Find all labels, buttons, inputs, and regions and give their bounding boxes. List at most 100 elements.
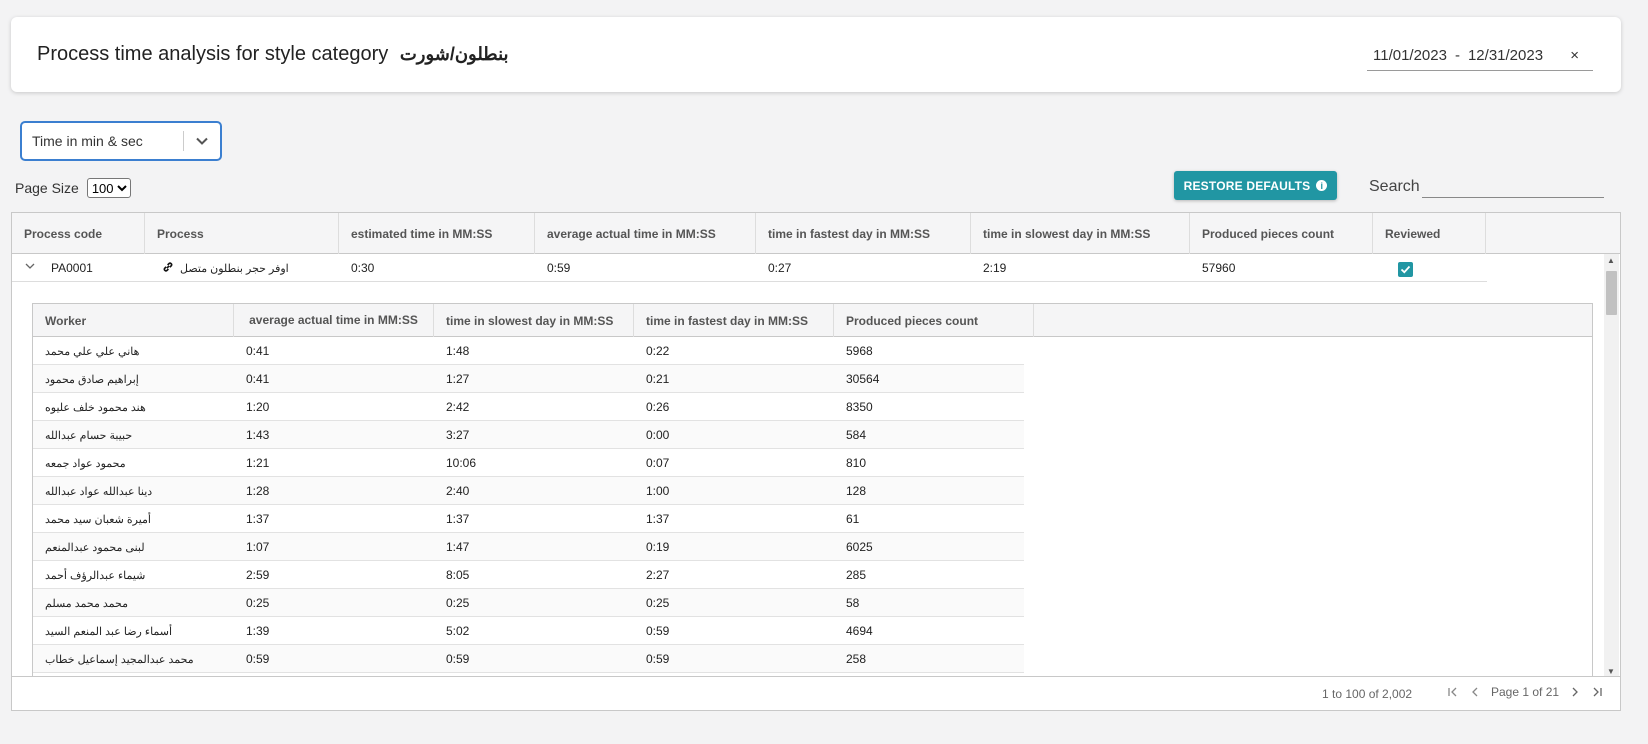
column-header-produced-pieces[interactable]: Produced pieces count xyxy=(1190,213,1373,254)
table-row[interactable]: محمود عواد جمعه 1:21 10:06 0:07 810 xyxy=(33,449,1024,477)
worker-cell: أسماء رضا عبد المنعم السيد xyxy=(33,617,172,645)
worker-name: محمد عبدالمجيد إسماعيل خطاب xyxy=(45,653,194,666)
column-header-slowest-day[interactable]: time in slowest day in MM:SS xyxy=(971,213,1190,254)
process-name: اوفر حجر بنطلون متصل xyxy=(180,262,289,275)
worker-name: أميرة شعبان سيد محمد xyxy=(45,513,151,526)
fastest-day-cell: 0:19 xyxy=(646,540,670,554)
fastest-day-cell: 0:21 xyxy=(646,372,670,386)
slowest-day-cell: 10:06 xyxy=(446,456,477,470)
restore-defaults-button[interactable]: RESTORE DEFAULTS i xyxy=(1174,171,1337,200)
search-input[interactable] xyxy=(1422,176,1604,198)
link-icon[interactable] xyxy=(162,261,174,276)
table-row[interactable]: أميرة شعبان سيد محمد 1:37 1:37 1:37 61 xyxy=(33,505,1024,533)
worker-name: دينا عبدالله عواد عبدالله xyxy=(45,485,153,498)
table-row[interactable]: PA0001 اوفر حجر بنطلون متصل 0:30 0:59 0:… xyxy=(12,254,1487,282)
average-time-cell: 0:59 xyxy=(547,261,571,275)
header-card: Process time analysis for style category… xyxy=(11,17,1621,92)
column-header-slowest-day[interactable]: time in slowest day in MM:SS xyxy=(434,304,634,337)
column-header-produced-pieces[interactable]: Produced pieces count xyxy=(834,304,1034,337)
fastest-day-cell: 0:00 xyxy=(646,428,670,442)
produced-pieces-cell: 8350 xyxy=(846,400,873,414)
reviewed-checkbox[interactable] xyxy=(1398,262,1413,277)
average-time-cell: 2:59 xyxy=(246,568,270,582)
column-header-average-time[interactable]: average actual time in MM:SS xyxy=(535,213,756,254)
produced-pieces-cell: 128 xyxy=(846,484,867,498)
worker-name: حبيبة حسام عبدالله xyxy=(45,429,133,442)
first-page-icon[interactable] xyxy=(1447,686,1459,698)
table-row[interactable]: محمد عبدالمجيد إسماعيل خطاب 0:59 0:59 0:59 2… xyxy=(33,645,1024,673)
table-row[interactable]: إبراهيم صادق محمود 0:41 1:27 0:21 30564 xyxy=(33,365,1024,393)
next-page-icon[interactable] xyxy=(1569,686,1581,698)
column-header-worker[interactable]: Worker xyxy=(33,304,234,337)
clear-date-icon[interactable]: × xyxy=(1570,47,1579,64)
scrollbar-thumb[interactable] xyxy=(1606,271,1617,315)
slowest-day-cell: 1:47 xyxy=(446,540,470,554)
table-row[interactable]: شيماء عبدالرؤف أحمد 2:59 8:05 2:27 285 xyxy=(33,561,1024,589)
row-count-summary: 1 to 100 of 2,002 xyxy=(1322,687,1413,701)
page-indicator: Page 1 of 21 xyxy=(1491,685,1560,699)
table-row[interactable]: أسماء رضا عبد المنعم السيد 1:39 5:02 0:59 46… xyxy=(33,617,1024,645)
worker-cell: محمود عواد جمعه xyxy=(33,449,143,477)
last-page-icon[interactable] xyxy=(1591,686,1603,698)
worker-cell: أميرة شعبان سيد محمد xyxy=(33,505,151,533)
page-size-select[interactable]: 100 xyxy=(86,178,131,198)
fastest-day-cell: 0:59 xyxy=(646,624,670,638)
table-row[interactable]: محمد محمد مسلم 0:25 0:25 0:25 58 xyxy=(33,589,1024,617)
produced-pieces-cell: 58 xyxy=(846,596,860,610)
column-header-label: estimated time in MM:SS xyxy=(351,226,493,241)
column-header-process-code[interactable]: Process code xyxy=(12,213,145,254)
pagination-footer: 1 to 100 of 2,002 Page 1 of 21 xyxy=(12,676,1620,710)
column-header-fastest-day[interactable]: time in fastest day in MM:SS xyxy=(756,213,971,254)
column-header-estimated-time[interactable]: estimated time in MM:SS xyxy=(339,213,535,254)
slowest-day-cell: 2:40 xyxy=(446,484,470,498)
chevron-down-icon[interactable] xyxy=(24,260,36,275)
date-to[interactable]: 12/31/2023 xyxy=(1468,47,1543,64)
slowest-day-cell: 2:42 xyxy=(446,400,470,414)
average-time-cell: 1:28 xyxy=(246,484,270,498)
info-icon: i xyxy=(1316,180,1328,191)
worker-name: محمد محمد مسلم xyxy=(45,597,129,610)
process-cell: اوفر حجر بنطلون متصل xyxy=(150,254,289,282)
column-header-label: Reviewed xyxy=(1385,226,1441,241)
vertical-scrollbar[interactable]: ▲ ▼ xyxy=(1604,254,1619,678)
worker-name: لبنى محمود عبدالمنعم xyxy=(45,541,145,554)
average-time-cell: 1:07 xyxy=(246,540,270,554)
column-header-process[interactable]: Process xyxy=(145,213,339,254)
worker-cell: محمد عبدالمجيد إسماعيل خطاب xyxy=(33,645,194,673)
fastest-day-cell: 1:37 xyxy=(646,512,670,526)
table-row[interactable]: هند محمود خلف عليوه 1:20 2:42 0:26 8350 xyxy=(33,393,1024,421)
slowest-day-cell: 1:48 xyxy=(446,344,470,358)
time-unit-select[interactable]: Time in min & sec xyxy=(20,121,222,161)
scroll-down-icon[interactable]: ▼ xyxy=(1607,667,1615,676)
date-separator: - xyxy=(1454,47,1460,64)
worker-cell: حبيبة حسام عبدالله xyxy=(33,421,143,449)
column-header-label: average actual time in MM:SS xyxy=(547,226,716,241)
average-time-cell: 0:25 xyxy=(246,596,270,610)
table-row[interactable]: دينا عبدالله عواد عبدالله 1:28 2:40 1:00 128 xyxy=(33,477,1024,505)
worker-name: هند محمود خلف عليوه xyxy=(45,401,146,414)
table-row[interactable]: لبنى محمود عبدالمنعم 1:07 1:47 0:19 6025 xyxy=(33,533,1024,561)
average-time-cell: 1:21 xyxy=(246,456,270,470)
column-header-reviewed[interactable]: Reviewed xyxy=(1373,213,1486,254)
scroll-up-icon[interactable]: ▲ xyxy=(1607,256,1615,265)
previous-page-icon[interactable] xyxy=(1469,686,1481,698)
process-grid: Process code Process estimated time in M… xyxy=(11,212,1621,711)
column-header-fastest-day[interactable]: time in fastest day in MM:SS xyxy=(634,304,834,337)
table-row[interactable]: حبيبة حسام عبدالله 1:43 3:27 0:00 584 xyxy=(33,421,1024,449)
chevron-down-icon[interactable] xyxy=(184,134,220,148)
produced-pieces-cell: 61 xyxy=(846,512,860,526)
average-time-cell: 1:43 xyxy=(246,428,270,442)
grid-header: Process code Process estimated time in M… xyxy=(12,213,1620,254)
table-row[interactable]: هاني علي علي محمد 0:41 1:48 0:22 5968 xyxy=(33,337,1024,365)
column-header-label: Process code xyxy=(24,226,103,241)
worker-cell: هند محمود خلف عليوه xyxy=(33,393,146,421)
date-from[interactable]: 11/01/2023 xyxy=(1373,47,1447,64)
produced-pieces-cell: 810 xyxy=(846,456,867,470)
style-category: بنطلون/شورت xyxy=(399,44,509,64)
slowest-day-cell: 3:27 xyxy=(446,428,470,442)
column-header-label: Produced pieces count xyxy=(1202,226,1335,241)
column-header-label: time in slowest day in MM:SS xyxy=(983,226,1151,241)
column-header-average-time[interactable]: average actual time in MM:SS xyxy=(234,304,434,337)
date-range-picker[interactable]: 11/01/2023 - 12/31/2023 × xyxy=(1367,41,1593,71)
average-time-cell: 0:41 xyxy=(246,344,270,358)
